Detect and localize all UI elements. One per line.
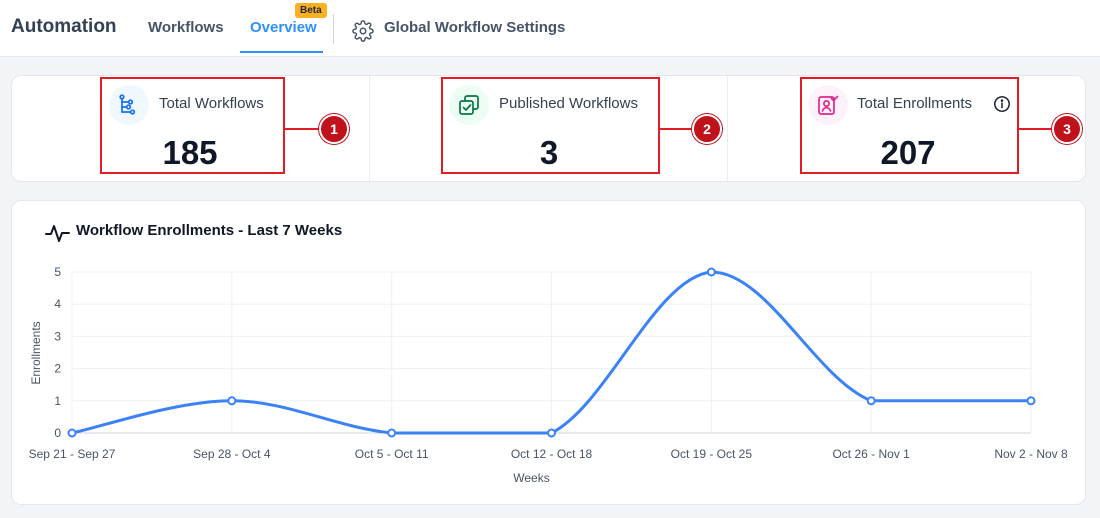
annotation-badge-3: 3 (1052, 114, 1082, 144)
app-title: Automation (11, 16, 117, 37)
nav-divider (333, 14, 334, 44)
highlight-box-2 (441, 77, 660, 174)
stat-divider (727, 76, 728, 181)
top-nav: Automation Workflows Overview Beta Globa… (0, 0, 1100, 57)
activity-pulse-icon (45, 225, 70, 242)
chart-title: Workflow Enrollments - Last 7 Weeks (76, 222, 343, 239)
annotation-connector-2 (659, 128, 695, 130)
gear-icon[interactable] (352, 20, 374, 42)
annotation-connector-1 (284, 128, 320, 130)
stats-panel: Total Workflows 185 1 Published Workflow… (11, 75, 1086, 182)
tab-workflows[interactable]: Workflows (148, 19, 224, 36)
annotation-badge-1: 1 (319, 114, 349, 144)
annotation-badge-2: 2 (692, 114, 722, 144)
stat-divider (369, 76, 370, 181)
active-tab-indicator (240, 51, 323, 53)
enrollments-chart-card: Workflow Enrollments - Last 7 Weeks (11, 200, 1086, 505)
tab-overview[interactable]: Overview (250, 19, 317, 36)
highlight-box-3 (800, 77, 1019, 174)
global-workflow-settings-link[interactable]: Global Workflow Settings (384, 19, 565, 36)
highlight-box-1 (100, 77, 285, 174)
annotation-connector-3 (1018, 128, 1054, 130)
beta-badge: Beta (295, 3, 327, 18)
